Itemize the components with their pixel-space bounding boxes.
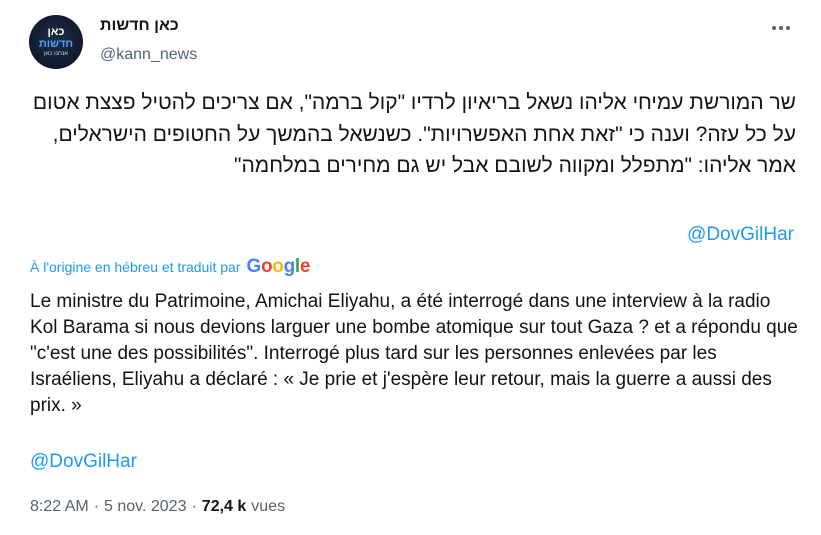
separator: · — [191, 498, 197, 515]
avatar-text-line1: כאן — [47, 26, 65, 38]
translation-attribution: À l'origine en hébreu et traduit par Goo… — [30, 256, 310, 278]
more-dot — [772, 26, 776, 30]
tweet-text-hebrew: שר המורשת עמיחי אליהו נשאל בריאיון לרדיו… — [32, 91, 796, 177]
views-count[interactable]: 72,4 k — [202, 498, 246, 516]
author-display-name[interactable]: כאן חדשות — [100, 17, 179, 35]
avatar-text-line2: חדשות — [38, 38, 74, 50]
more-options-icon[interactable] — [767, 18, 795, 38]
tweet-date[interactable]: 5 nov. 2023 — [104, 498, 186, 516]
tweet-metadata: 8:22 AM · 5 nov. 2023 · 72,4 k vues — [30, 498, 285, 516]
tweet-time[interactable]: 8:22 AM — [30, 498, 89, 516]
google-logo: Google — [246, 256, 311, 277]
author-handle[interactable]: @kann_news — [100, 46, 197, 64]
avatar[interactable]: כאן חדשות אנחנו כאן — [29, 15, 83, 69]
mention-link-translated[interactable]: @DovGilHar — [30, 449, 137, 475]
translation-link[interactable]: À l'origine en hébreu et traduit par — [30, 259, 240, 275]
more-dot — [786, 26, 790, 30]
tweet-text-translated: Le ministre du Patrimoine, Amichai Eliya… — [30, 291, 798, 416]
tweet: כאן חדשות אנחנו כאן כאן חדשות @kann_news… — [0, 0, 821, 535]
avatar-text-line3: אנחנו כאן — [43, 51, 69, 57]
separator: · — [93, 498, 100, 515]
views-label: vues — [251, 498, 286, 515]
more-dot — [779, 26, 783, 30]
mention-link-hebrew[interactable]: @DovGilHar — [687, 222, 794, 248]
